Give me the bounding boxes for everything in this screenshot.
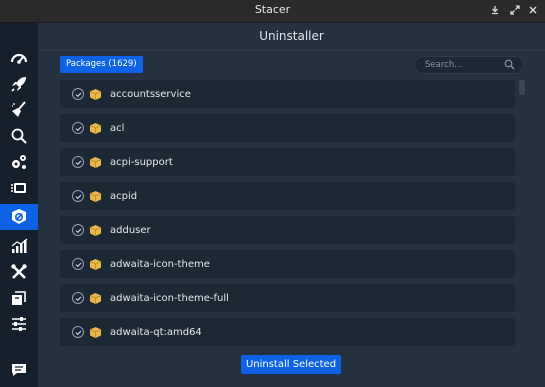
stack-icon [11, 183, 26, 193]
close-icon[interactable] [525, 2, 541, 18]
package-icon [12, 209, 26, 224]
sidebar-item-uninstaller[interactable] [0, 204, 38, 230]
list-scrollbar[interactable] [519, 80, 525, 352]
sidebar-item-apt-repository[interactable] [0, 285, 38, 311]
package-icon [89, 224, 102, 236]
rocket-icon [11, 77, 26, 92]
chart-icon [11, 238, 28, 253]
package-icon [89, 326, 102, 338]
uninstall-selected-button[interactable]: Uninstall Selected [241, 355, 341, 374]
checkbox[interactable] [72, 326, 84, 338]
package-icon [89, 88, 102, 100]
header-divider [38, 50, 545, 51]
checkbox[interactable] [72, 122, 84, 134]
list-item[interactable]: acpi-support [60, 148, 515, 176]
chat-icon [12, 364, 26, 376]
checkbox[interactable] [72, 88, 84, 100]
sidebar [0, 23, 38, 387]
package-icon [89, 190, 102, 202]
sidebar-item-search[interactable] [0, 123, 38, 149]
sidebar-item-system-cleaner[interactable] [0, 97, 38, 123]
sliders-icon [12, 317, 26, 331]
sidebar-item-dashboard[interactable] [0, 45, 38, 71]
list-item[interactable]: adwaita-icon-theme [60, 250, 515, 278]
package-name: acpid [110, 190, 138, 202]
download-icon[interactable] [487, 2, 503, 18]
gears-icon [12, 155, 26, 169]
checkbox[interactable] [72, 156, 84, 168]
checkbox[interactable] [72, 258, 84, 270]
package-name: adwaita-icon-theme [110, 258, 210, 270]
sidebar-item-resources[interactable] [0, 233, 38, 259]
package-icon [89, 258, 102, 270]
list-item[interactable]: adwaita-qt:amd64 [60, 318, 515, 346]
list-item[interactable]: adduser [60, 216, 515, 244]
list-item[interactable]: acpid [60, 182, 515, 210]
title-bar: Stacer [0, 0, 545, 23]
scrollbar-thumb[interactable] [519, 80, 525, 95]
package-name: acpi-support [110, 156, 173, 168]
packages-count-button[interactable]: Packages (1629) [60, 56, 143, 73]
package-name: adduser [110, 224, 151, 236]
boxes-icon [12, 291, 26, 305]
package-icon [89, 122, 102, 134]
sidebar-item-settings[interactable] [0, 311, 38, 337]
checkbox[interactable] [72, 190, 84, 202]
sidebar-item-helpers[interactable] [0, 259, 38, 285]
window-title: Stacer [254, 3, 291, 16]
app-window: Stacer Uninstaller Packages (1629) Searc… [0, 0, 545, 387]
search-icon[interactable] [504, 59, 515, 70]
package-name: accountsservice [110, 88, 191, 100]
search-box [414, 56, 524, 74]
sidebar-item-startup-apps[interactable] [0, 71, 38, 97]
list-item[interactable]: adwaita-icon-theme-full [60, 284, 515, 312]
package-name: adwaita-icon-theme-full [110, 292, 229, 304]
broom-icon [12, 101, 26, 117]
list-item[interactable]: accountsservice [60, 80, 515, 108]
speedometer-icon [10, 53, 28, 64]
package-name: adwaita-qt:amd64 [110, 326, 202, 338]
page-title: Uninstaller [259, 29, 324, 43]
package-icon [89, 156, 102, 168]
package-icon [89, 292, 102, 304]
checkbox[interactable] [72, 224, 84, 236]
package-list: accountsservice acl acpi-support acpid a [60, 80, 516, 352]
checkbox[interactable] [72, 292, 84, 304]
sidebar-item-feedback[interactable] [0, 357, 38, 383]
uninstaller-page: Uninstaller Packages (1629) accountsserv… [38, 23, 545, 387]
package-name: acl [110, 122, 125, 134]
sidebar-item-processes[interactable] [0, 175, 38, 201]
fullscreen-icon[interactable] [507, 2, 523, 18]
tools-icon [11, 264, 27, 279]
search-input[interactable] [423, 59, 511, 71]
magnifier-icon [11, 128, 27, 144]
list-item[interactable]: acl [60, 114, 515, 142]
sidebar-item-services[interactable] [0, 149, 38, 175]
